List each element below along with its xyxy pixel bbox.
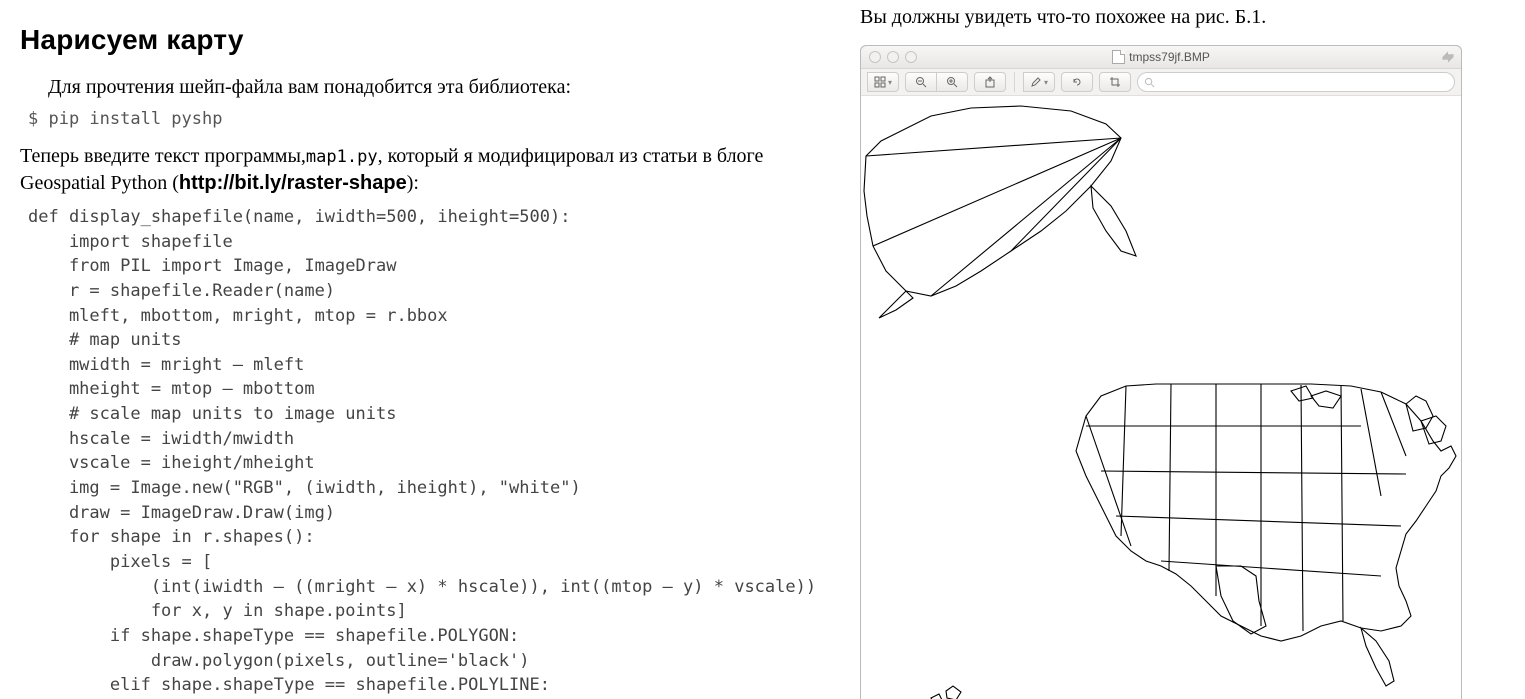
text-run: ): <box>407 172 419 194</box>
file-icon <box>1112 50 1125 64</box>
figure-caption-lead: Вы должны увидеть что-то похожее на рис.… <box>860 6 1510 29</box>
view-mode-button[interactable]: ▾ <box>867 72 899 92</box>
edit-button[interactable]: ▾ <box>1023 72 1055 92</box>
paragraph-intro: Для прочтения шейп-файла вам понадобится… <box>20 74 820 101</box>
image-canvas <box>861 96 1461 699</box>
zoom-out-button[interactable] <box>905 72 937 92</box>
minimize-icon[interactable] <box>887 51 899 63</box>
rotate-button[interactable] <box>1061 72 1093 92</box>
window-title: tmpss79jf.BMP <box>861 50 1461 64</box>
map-image <box>861 96 1461 699</box>
window-traffic-lights <box>869 51 917 63</box>
inline-code-filename: map1.py <box>306 147 378 167</box>
section-heading: Нарисуем карту <box>20 24 820 56</box>
zoom-in-button[interactable] <box>936 72 968 92</box>
crop-button[interactable] <box>1099 72 1131 92</box>
chevron-down-icon: ▾ <box>1044 78 1048 87</box>
chevron-down-icon: ▾ <box>888 78 892 87</box>
window-title-text: tmpss79jf.BMP <box>1129 50 1210 64</box>
close-icon[interactable] <box>869 51 881 63</box>
preview-window: tmpss79jf.BMP ▾ <box>860 45 1462 699</box>
zoom-icon[interactable] <box>905 51 917 63</box>
search-icon <box>1144 77 1155 88</box>
shell-command: $ pip install pyshp <box>28 109 820 129</box>
right-column: Вы должны увидеть что-то похожее на рис.… <box>860 0 1510 699</box>
search-field[interactable] <box>1137 72 1455 92</box>
blog-link[interactable]: http://bit.ly/raster-shape <box>179 172 407 194</box>
code-listing: def display_shapefile(name, iwidth=500, … <box>28 205 820 698</box>
toolbar-separator <box>1014 72 1015 92</box>
text-run: Теперь введите текст программы, <box>20 143 306 170</box>
fullscreen-icon[interactable] <box>1441 50 1455 64</box>
paragraph-program: Теперь введите текст программы, map1.py,… <box>20 143 820 197</box>
window-titlebar: tmpss79jf.BMP <box>861 46 1461 69</box>
left-column: Нарисуем карту Для прочтения шейп-файла … <box>20 0 820 698</box>
window-toolbar: ▾ ▾ <box>861 69 1461 96</box>
share-button[interactable] <box>974 72 1006 92</box>
